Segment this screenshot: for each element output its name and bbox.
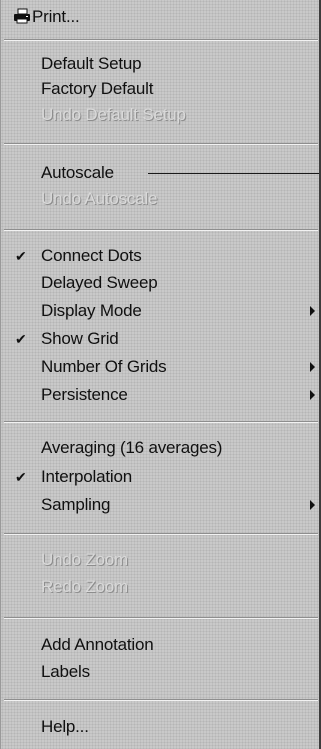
context-menu: Print... Default Setup Factory Default U… <box>0 0 321 749</box>
menu-item-label: Show Grid <box>41 329 119 348</box>
menu-item-labels[interactable]: Labels <box>1 657 319 687</box>
menu-separator <box>4 421 318 423</box>
menu-separator <box>4 39 318 41</box>
menu-separator <box>4 533 318 535</box>
menu-item-label: Delayed Sweep <box>41 273 158 292</box>
submenu-arrow-icon <box>310 306 315 316</box>
menu-item-label: Interpolation <box>41 467 132 486</box>
submenu-arrow-icon <box>310 390 315 400</box>
menu-item-label: Add Annotation <box>41 635 154 654</box>
menu-item-help[interactable]: Help... <box>1 712 319 742</box>
menu-item-averaging[interactable]: Averaging (16 averages) <box>1 433 319 463</box>
menu-separator <box>4 143 318 145</box>
menu-item-add-annotation[interactable]: Add Annotation <box>1 630 319 660</box>
menu-item-persistence[interactable]: Persistence <box>1 380 319 410</box>
menu-item-redo-zoom: Redo Zoom <box>1 572 319 602</box>
menu-item-show-grid[interactable]: ✔ Show Grid <box>1 324 319 354</box>
menu-item-label: Number Of Grids <box>41 357 167 376</box>
submenu-arrow-icon <box>310 362 315 372</box>
menu-item-undo-autoscale: Undo Autoscale <box>1 184 319 214</box>
menu-item-connect-dots[interactable]: ✔ Connect Dots <box>1 241 319 271</box>
checkmark-icon: ✔ <box>15 248 27 264</box>
menu-item-label: Persistence <box>41 385 128 404</box>
checkmark-icon: ✔ <box>15 331 27 347</box>
menu-item-label: Undo Zoom <box>41 550 129 569</box>
menu-item-label: Undo Autoscale <box>41 189 158 208</box>
menu-item-label: Labels <box>41 662 90 681</box>
menu-item-label: Display Mode <box>41 301 142 320</box>
menu-separator <box>4 699 318 701</box>
menu-separator <box>4 229 318 231</box>
menu-item-sampling[interactable]: Sampling <box>1 490 319 520</box>
menu-item-label: Sampling <box>41 495 111 514</box>
printer-icon <box>14 8 30 24</box>
menu-item-label: Redo Zoom <box>41 577 129 596</box>
menu-item-undo-default-setup: Undo Default Setup <box>1 100 319 130</box>
submenu-arrow-icon <box>310 500 315 510</box>
checkmark-icon: ✔ <box>15 469 27 485</box>
callout-line <box>148 173 319 174</box>
menu-separator <box>4 617 318 619</box>
menu-item-label: Print... <box>32 7 80 26</box>
menu-item-label: Connect Dots <box>41 246 142 265</box>
menu-item-label: Averaging (16 averages) <box>41 438 223 457</box>
menu-item-print[interactable]: Print... <box>1 2 319 32</box>
menu-item-delayed-sweep[interactable]: Delayed Sweep <box>1 268 319 298</box>
menu-item-interpolation[interactable]: ✔ Interpolation <box>1 462 319 492</box>
menu-item-label: Undo Default Setup <box>41 105 186 124</box>
menu-item-display-mode[interactable]: Display Mode <box>1 296 319 326</box>
menu-item-undo-zoom: Undo Zoom <box>1 545 319 575</box>
menu-item-label: Help... <box>41 717 89 736</box>
menu-item-number-of-grids[interactable]: Number Of Grids <box>1 352 319 382</box>
